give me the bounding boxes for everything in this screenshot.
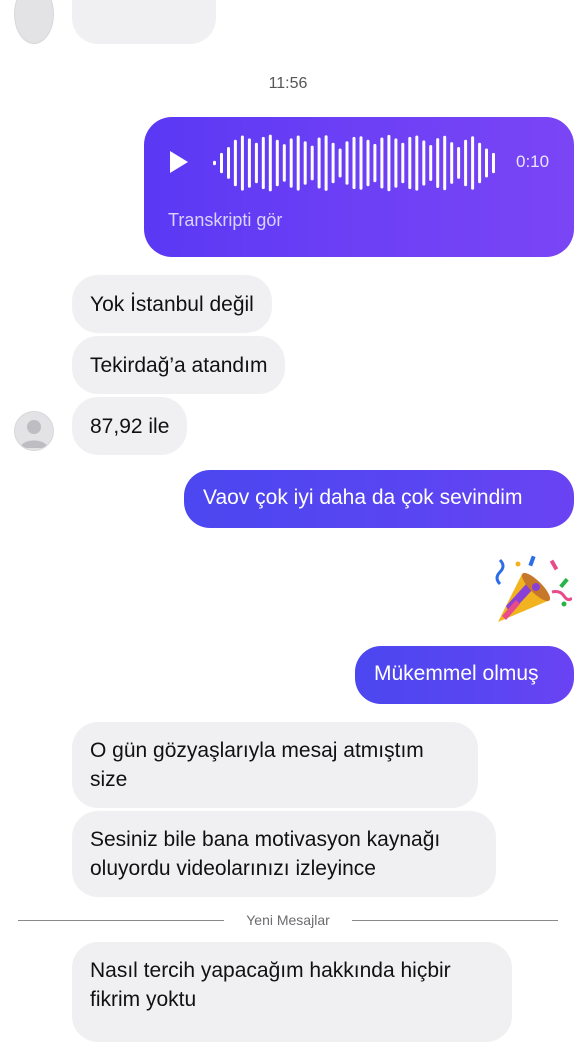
outgoing-message-1[interactable]: Vaov çok iyi daha da çok sevindim (184, 470, 574, 528)
waveform-bar (282, 144, 286, 182)
waveform-bar (401, 142, 405, 184)
avatar[interactable] (14, 411, 54, 451)
play-icon[interactable] (166, 149, 190, 175)
waveform-bar (352, 136, 356, 190)
waveform-bar (345, 141, 349, 185)
voice-message-bubble[interactable]: 0:10 Transkripti gör (144, 117, 574, 257)
outgoing-message-2[interactable]: Mükemmel olmuş (355, 646, 574, 704)
waveform-bar (415, 135, 419, 191)
waveform-bar (373, 143, 377, 183)
waveform-bar (213, 160, 216, 166)
new-messages-divider-label: Yeni Mesajlar (246, 912, 330, 928)
waveform-bar (247, 138, 251, 188)
waveform-bar (492, 152, 495, 174)
waveform-bar (331, 142, 335, 184)
voice-duration: 0:10 (516, 152, 550, 171)
waveform-bar (457, 147, 461, 179)
waveform-bar (268, 134, 272, 192)
waveform-bar (436, 138, 440, 188)
message-timestamp: 11:56 (268, 75, 308, 92)
waveform-bar (233, 139, 237, 187)
incoming-message-1[interactable]: Yok İstanbul değil (72, 275, 272, 333)
incoming-message-6[interactable]: Nasıl tercih yapacağım hakkında hiçbir f… (72, 942, 512, 1042)
waveform-bar (429, 145, 433, 181)
waveform-bar (443, 135, 447, 191)
waveform-bar (422, 140, 426, 186)
waveform-bar (380, 137, 384, 189)
party-popper-icon (495, 555, 574, 622)
waveform-bar (275, 139, 279, 187)
waveform-bar (296, 135, 300, 191)
waveform-bar (254, 142, 258, 184)
waveform-bar (464, 139, 468, 187)
waveform-bar (227, 147, 230, 179)
transcript-link[interactable]: Transkripti gör (168, 210, 282, 231)
waveform-bar (303, 141, 307, 185)
incoming-message-3[interactable]: 87,92 ile (72, 397, 188, 455)
audio-waveform[interactable] (212, 131, 498, 195)
user-silhouette-icon (20, 420, 48, 448)
waveform-bar (324, 135, 328, 191)
waveform-bar (240, 135, 244, 191)
avatar-top (14, 0, 54, 44)
waveform-bar (478, 142, 482, 184)
waveform-bar (289, 138, 293, 188)
waveform-bar (471, 136, 475, 190)
waveform-bar (394, 138, 398, 188)
waveform-bar (387, 134, 391, 192)
play-button[interactable] (166, 149, 194, 179)
divider-line-right (352, 920, 558, 921)
waveform-bar (408, 136, 412, 190)
waveform-bar (366, 139, 370, 187)
waveform-bar (450, 142, 454, 184)
waveform-bar (485, 148, 488, 178)
waveform-bar (317, 137, 321, 189)
incoming-message-5[interactable]: Sesiniz bile bana motivasyon kaynağı olu… (72, 811, 496, 897)
waveform-bar (220, 152, 223, 174)
waveform-bar (359, 136, 363, 190)
waveform-bar (310, 145, 314, 181)
party-popper-emoji[interactable] (492, 552, 574, 630)
incoming-message-2[interactable]: Tekirdağ’a atandım (72, 336, 286, 394)
waveform-bar (261, 136, 265, 190)
waveform-bar (338, 148, 342, 178)
divider-line-left (18, 920, 224, 921)
previous-message-bubble[interactable] (72, 0, 216, 44)
incoming-message-4[interactable]: O gün gözyaşlarıyla mesaj atmıştım size (72, 722, 478, 808)
